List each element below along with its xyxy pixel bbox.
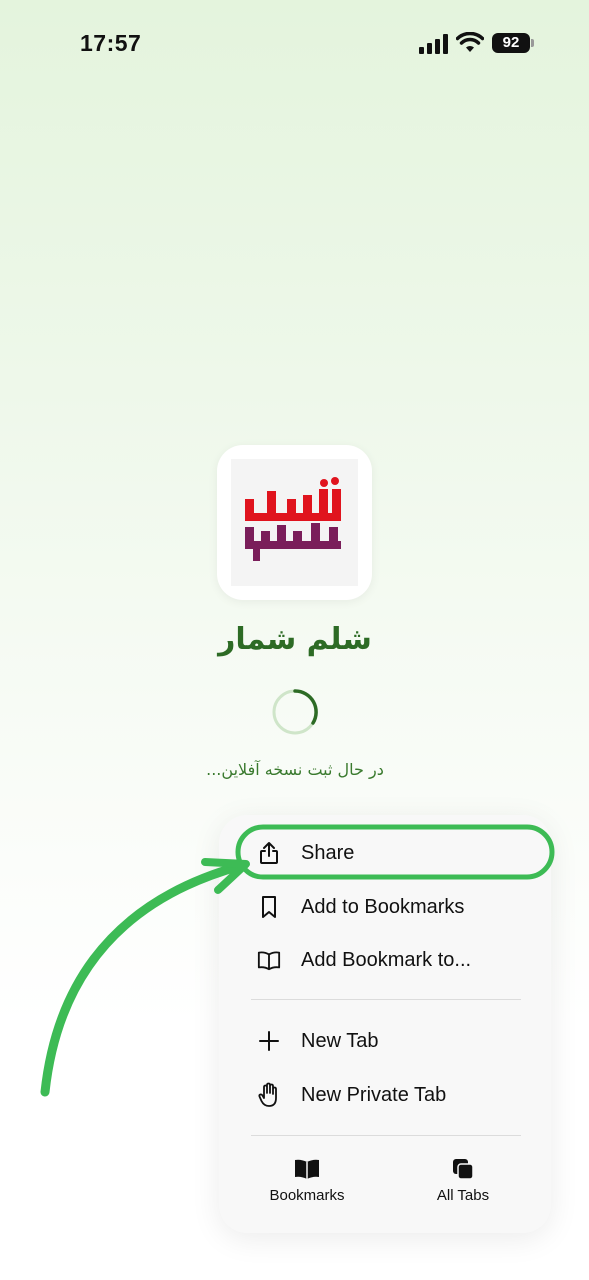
tabs-icon — [408, 1155, 518, 1183]
menu-item-new-private-tab[interactable]: New Private Tab — [219, 1070, 551, 1120]
share-icon — [257, 841, 281, 865]
annotation-arrow — [40, 861, 245, 1097]
all-tabs-button-label: All Tabs — [436, 1187, 490, 1204]
bookmarks-button-label: Bookmarks — [269, 1187, 345, 1204]
menu-item-add-to-bookmarks[interactable]: Add to Bookmarks — [219, 882, 551, 932]
loading-status-text: در حال ثبت نسخه آفلاین... — [206, 760, 384, 779]
menu-item-label: Share — [301, 841, 355, 864]
menu-item-label: New Private Tab — [301, 1083, 447, 1106]
status-bar: 17:57 92 — [0, 0, 589, 90]
app-logo — [231, 459, 358, 586]
battery-icon: 92 — [492, 33, 530, 53]
wifi-icon — [456, 32, 484, 52]
signal-icon — [419, 34, 448, 54]
menu-item-new-tab[interactable]: New Tab — [219, 1016, 551, 1066]
menu-item-add-bookmark-to[interactable]: Add Bookmark to... — [219, 935, 551, 985]
menu-divider — [251, 999, 521, 1000]
status-time: 17:57 — [80, 30, 142, 56]
bookmarks-book-icon — [252, 1155, 362, 1183]
hand-icon — [257, 1082, 281, 1107]
bookmarks-button[interactable]: Bookmarks — [252, 1155, 362, 1215]
menu-item-share[interactable]: Share — [219, 828, 551, 878]
menu-divider — [251, 1135, 521, 1136]
menu-item-label: Add to Bookmarks — [301, 895, 465, 918]
bookmark-icon — [257, 895, 281, 919]
app-icon — [217, 445, 372, 600]
book-open-icon — [257, 948, 281, 972]
app-logo-graphic — [245, 477, 341, 561]
plus-icon — [257, 1029, 281, 1053]
battery-tip — [531, 39, 534, 47]
menu-item-label: New Tab — [301, 1029, 379, 1052]
menu-item-label: Add Bookmark to... — [301, 948, 472, 971]
loading-spinner — [272, 689, 318, 735]
app-name: شلم شمار — [218, 622, 372, 657]
all-tabs-button[interactable]: All Tabs — [408, 1155, 518, 1215]
